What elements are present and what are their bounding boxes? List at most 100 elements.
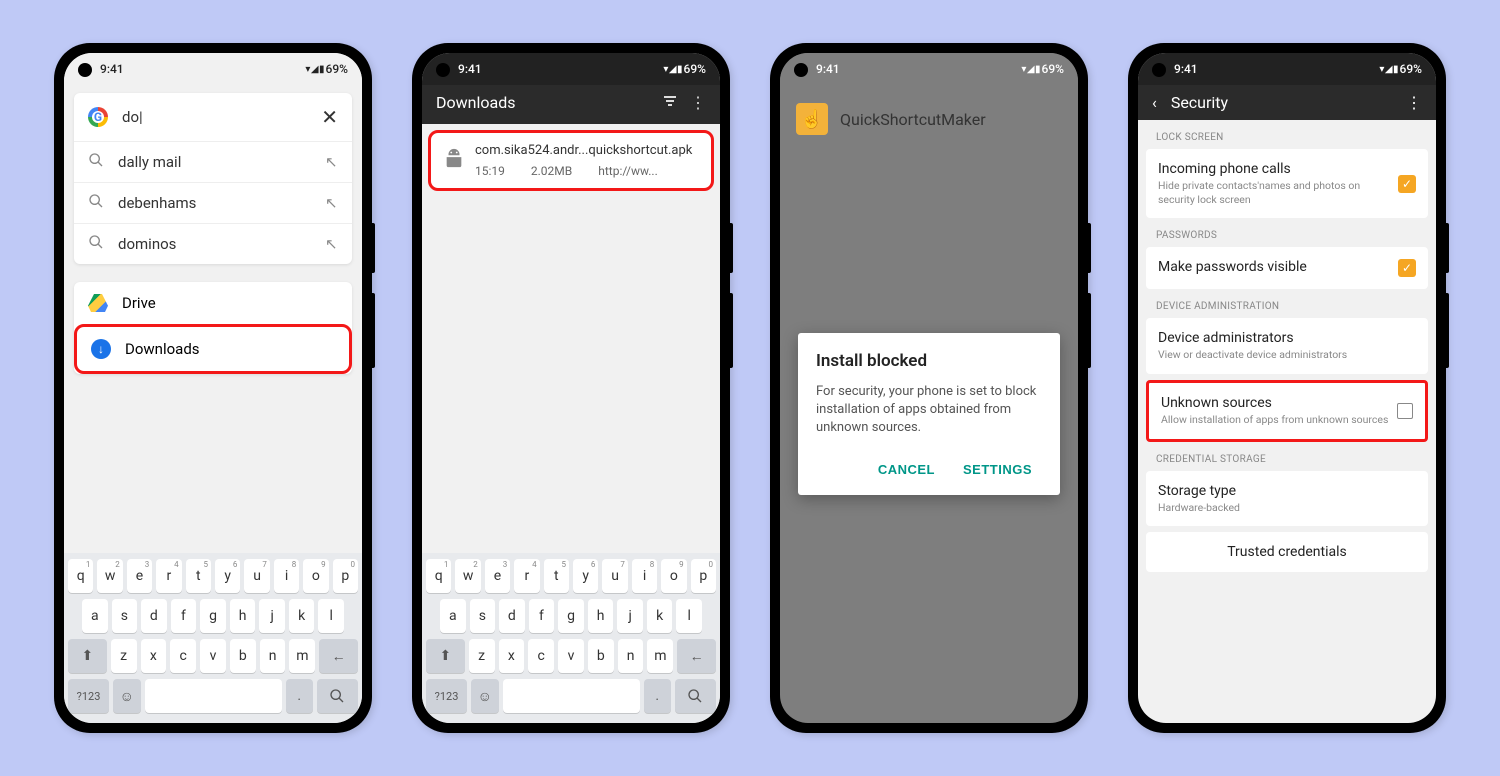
period-key[interactable]: . xyxy=(286,679,313,713)
checkbox-on-icon[interactable]: ✓ xyxy=(1398,175,1416,193)
key-j[interactable]: j xyxy=(259,599,285,633)
make-passwords-item[interactable]: Make passwords visible ✓ xyxy=(1146,247,1428,289)
period-key[interactable]: . xyxy=(644,679,671,713)
status-battery: 69% xyxy=(1400,62,1422,76)
key-o[interactable]: o xyxy=(303,559,328,593)
key-m[interactable]: m xyxy=(289,639,315,673)
key-m[interactable]: m xyxy=(647,639,673,673)
key-x[interactable]: x xyxy=(499,639,525,673)
key-s[interactable]: s xyxy=(470,599,496,633)
sym-key[interactable]: ?123 xyxy=(426,679,467,713)
search-input-row[interactable]: do| ✕ xyxy=(74,93,352,141)
emoji-key[interactable]: ☺ xyxy=(471,679,498,713)
key-d[interactable]: d xyxy=(499,599,525,633)
insert-icon[interactable]: ↗ xyxy=(325,194,338,212)
phone-2: 9:41 ▾ ◢ ▮ 69% Downloads ⋮ com.sika524.a… xyxy=(412,43,730,733)
space-key[interactable] xyxy=(503,679,640,713)
key-w[interactable]: w xyxy=(97,559,122,593)
key-c[interactable]: c xyxy=(528,639,554,673)
key-l[interactable]: l xyxy=(676,599,702,633)
cancel-button[interactable]: CANCEL xyxy=(868,454,945,485)
checkbox-on-icon[interactable]: ✓ xyxy=(1398,259,1416,277)
key-p[interactable]: p xyxy=(333,559,358,593)
apk-file[interactable]: com.sika524.andr...quickshortcut.apk 15:… xyxy=(428,130,714,191)
key-z[interactable]: z xyxy=(469,639,495,673)
more-icon[interactable]: ⋮ xyxy=(690,93,706,112)
more-icon[interactable]: ⋮ xyxy=(1406,93,1422,112)
suggestion-2[interactable]: debenhams ↗ xyxy=(74,182,352,223)
key-i[interactable]: i xyxy=(632,559,657,593)
key-j[interactable]: j xyxy=(617,599,643,633)
downloads-option[interactable]: ↓ Downloads xyxy=(74,324,352,374)
trusted-credentials-item[interactable]: Trusted credentials xyxy=(1146,532,1428,572)
key-o[interactable]: o xyxy=(661,559,686,593)
space-key[interactable] xyxy=(145,679,282,713)
shift-key[interactable]: ⬆ xyxy=(68,639,107,673)
keyboard[interactable]: qwertyuiop asdfghjkl ⬆ zxcvbnm ← ?123 ☺ … xyxy=(64,553,362,723)
key-b[interactable]: b xyxy=(230,639,256,673)
key-q[interactable]: q xyxy=(68,559,93,593)
key-y[interactable]: y xyxy=(215,559,240,593)
key-f[interactable]: f xyxy=(171,599,197,633)
key-b[interactable]: b xyxy=(588,639,614,673)
key-k[interactable]: k xyxy=(289,599,315,633)
storage-type-item[interactable]: Storage type Hardware-backed xyxy=(1146,471,1428,527)
key-t[interactable]: t xyxy=(186,559,211,593)
insert-icon[interactable]: ↗ xyxy=(325,153,338,171)
keyboard[interactable]: qwertyuiop asdfghjkl ⬆ zxcvbnm ← ?123 ☺ … xyxy=(422,553,720,723)
drive-option[interactable]: Drive xyxy=(74,282,352,324)
search-query[interactable]: do| xyxy=(122,108,307,126)
key-e[interactable]: e xyxy=(485,559,510,593)
status-time: 9:41 xyxy=(100,62,124,76)
sym-key[interactable]: ?123 xyxy=(68,679,109,713)
emoji-key[interactable]: ☺ xyxy=(113,679,140,713)
backspace-key[interactable]: ← xyxy=(319,639,358,673)
key-h[interactable]: h xyxy=(588,599,614,633)
key-e[interactable]: e xyxy=(127,559,152,593)
key-u[interactable]: u xyxy=(244,559,269,593)
suggestion-3[interactable]: dominos ↗ xyxy=(74,223,352,264)
key-x[interactable]: x xyxy=(141,639,167,673)
key-g[interactable]: g xyxy=(558,599,584,633)
key-t[interactable]: t xyxy=(544,559,569,593)
key-q[interactable]: q xyxy=(426,559,451,593)
key-c[interactable]: c xyxy=(170,639,196,673)
key-g[interactable]: g xyxy=(200,599,226,633)
key-w[interactable]: w xyxy=(455,559,480,593)
key-k[interactable]: k xyxy=(647,599,673,633)
key-d[interactable]: d xyxy=(141,599,167,633)
key-u[interactable]: u xyxy=(602,559,627,593)
key-f[interactable]: f xyxy=(529,599,555,633)
device-admin-item[interactable]: Device administrators View or deactivate… xyxy=(1146,318,1428,374)
key-y[interactable]: y xyxy=(573,559,598,593)
key-l[interactable]: l xyxy=(318,599,344,633)
clear-icon[interactable]: ✕ xyxy=(321,105,338,129)
insert-icon[interactable]: ↗ xyxy=(325,235,338,253)
key-z[interactable]: z xyxy=(111,639,137,673)
key-r[interactable]: r xyxy=(514,559,539,593)
unknown-sources-item[interactable]: Unknown sources Allow installation of ap… xyxy=(1146,380,1428,442)
enter-key[interactable] xyxy=(317,679,358,713)
key-p[interactable]: p xyxy=(691,559,716,593)
key-i[interactable]: i xyxy=(274,559,299,593)
signal-icons: ▾ ◢ ▮ xyxy=(663,64,681,75)
back-icon[interactable]: ‹ xyxy=(1152,93,1157,112)
key-n[interactable]: n xyxy=(618,639,644,673)
key-v[interactable]: v xyxy=(558,639,584,673)
key-s[interactable]: s xyxy=(112,599,138,633)
key-a[interactable]: a xyxy=(440,599,466,633)
sort-icon[interactable] xyxy=(662,93,678,112)
key-n[interactable]: n xyxy=(260,639,286,673)
key-v[interactable]: v xyxy=(200,639,226,673)
key-r[interactable]: r xyxy=(156,559,181,593)
settings-button[interactable]: SETTINGS xyxy=(953,454,1042,485)
incoming-calls-item[interactable]: Incoming phone calls Hide private contac… xyxy=(1146,149,1428,218)
enter-key[interactable] xyxy=(675,679,716,713)
suggestion-1[interactable]: dally mail ↗ xyxy=(74,141,352,182)
checkbox-off-icon[interactable] xyxy=(1397,403,1413,419)
key-a[interactable]: a xyxy=(82,599,108,633)
shift-key[interactable]: ⬆ xyxy=(426,639,465,673)
backspace-key[interactable]: ← xyxy=(677,639,716,673)
key-h[interactable]: h xyxy=(230,599,256,633)
downloads-header: Downloads ⋮ xyxy=(422,85,720,124)
